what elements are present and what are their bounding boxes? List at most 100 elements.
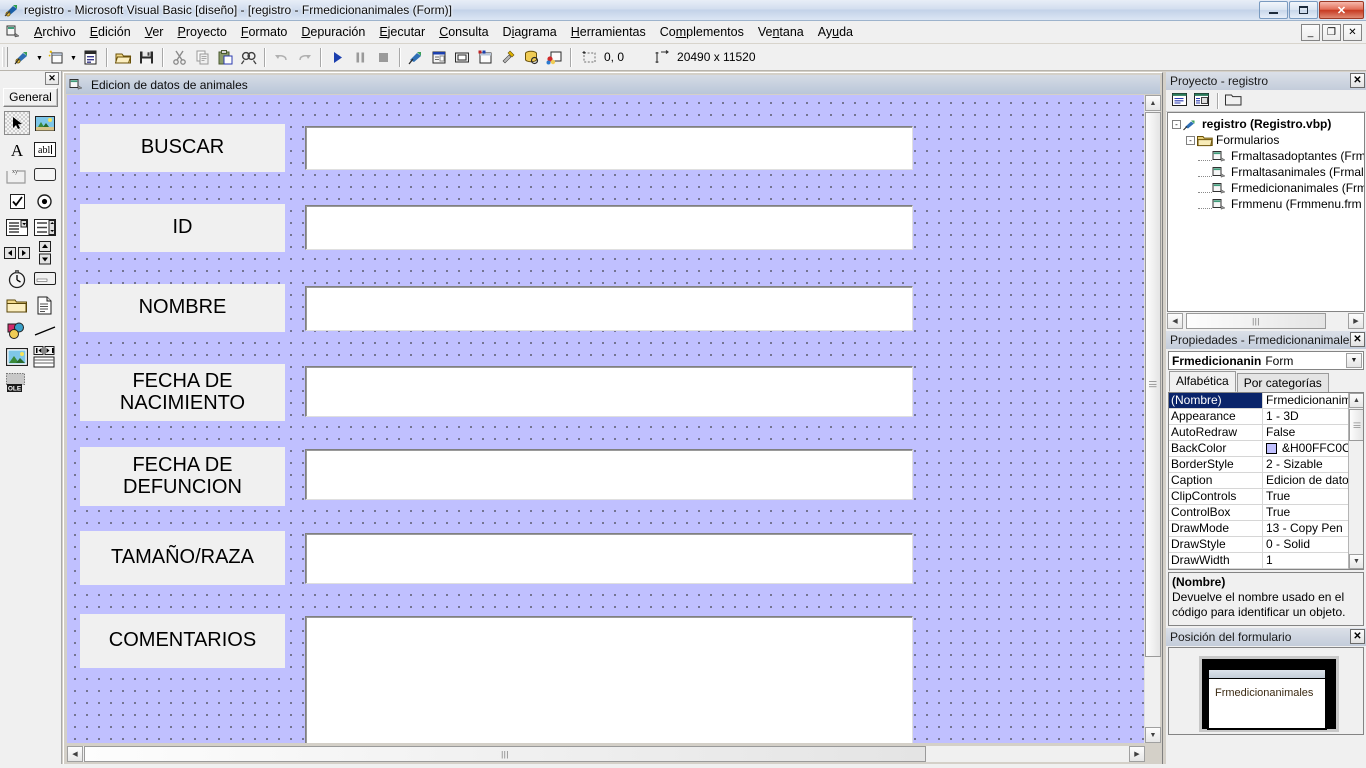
project-tree[interactable]: - registro (Registro.vbp) - Formularios … — [1167, 112, 1365, 312]
toolbox-button[interactable] — [497, 46, 520, 68]
tool-data[interactable] — [32, 345, 57, 369]
project-tree-horizontal-scrollbar[interactable]: ◀ ||| ▶ — [1167, 313, 1365, 329]
tool-ole[interactable]: OLE — [4, 371, 30, 395]
tool-hscrollbar[interactable] — [4, 241, 30, 265]
property-row-drawstyle[interactable]: DrawStyle 0 - Solid — [1169, 537, 1363, 553]
label-fecha-nacimiento[interactable]: FECHA DE NACIMIENTO — [80, 364, 285, 421]
tool-drivelistbox[interactable] — [32, 267, 57, 291]
minimize-button[interactable] — [1259, 1, 1288, 19]
menu-ayuda[interactable]: Ayuda — [811, 22, 860, 42]
scroll-up-button[interactable]: ▲ — [1145, 95, 1161, 111]
textbox-tamano-raza[interactable] — [305, 533, 913, 584]
tool-timer[interactable] — [4, 267, 30, 291]
menu-edicion[interactable]: Edición — [83, 22, 138, 42]
properties-scroll-down-button[interactable]: ▼ — [1349, 554, 1363, 569]
tree-row-form[interactable]: Frmmenu (Frmmenu.frm — [1168, 196, 1364, 212]
save-project-button[interactable] — [135, 46, 158, 68]
property-row-controlbox[interactable]: ControlBox True — [1169, 505, 1363, 521]
project-scroll-right-button[interactable]: ▶ — [1348, 313, 1364, 329]
component-manager-button[interactable] — [543, 46, 566, 68]
textbox-comentarios[interactable] — [305, 616, 913, 743]
project-explorer-button[interactable] — [405, 46, 428, 68]
label-id[interactable]: ID — [80, 204, 285, 252]
menu-editor-button[interactable] — [79, 46, 102, 68]
mdi-restore-button[interactable]: ❐ — [1322, 24, 1341, 41]
close-button[interactable]: ✕ — [1319, 1, 1364, 19]
textbox-fecha-nacimiento[interactable] — [305, 366, 913, 417]
properties-vertical-scrollbar[interactable]: ▲ ||| ▼ — [1348, 393, 1363, 569]
view-object-button[interactable] — [1191, 91, 1212, 110]
properties-scroll-up-button[interactable]: ▲ — [1349, 393, 1363, 408]
properties-scroll-thumb[interactable]: ||| — [1349, 409, 1363, 441]
property-row-drawmode[interactable]: DrawMode 13 - Copy Pen — [1169, 521, 1363, 537]
expander-icon[interactable]: - — [1172, 119, 1181, 129]
tree-row-form[interactable]: Frmedicionanimales (Frm — [1168, 180, 1364, 196]
end-button[interactable] — [372, 46, 395, 68]
properties-window-button[interactable] — [428, 46, 451, 68]
tree-row-folder[interactable]: - Formularios — [1168, 132, 1364, 148]
find-button[interactable] — [237, 46, 260, 68]
menu-complementos[interactable]: Complementos — [653, 22, 751, 42]
tab-alfabetica[interactable]: Alfabética — [1169, 371, 1236, 392]
scroll-right-button[interactable]: ▶ — [1129, 746, 1145, 762]
tree-row-form[interactable]: Frmaltasadoptantes (Frm — [1168, 148, 1364, 164]
data-view-button[interactable] — [520, 46, 543, 68]
tab-por-categorias[interactable]: Por categorías — [1236, 373, 1329, 392]
menu-formato[interactable]: Formato — [234, 22, 295, 42]
tool-dirlistbox[interactable] — [4, 293, 30, 317]
object-browser-button[interactable] — [474, 46, 497, 68]
view-code-button[interactable] — [1169, 91, 1190, 110]
tool-line[interactable] — [32, 319, 57, 343]
property-row-drawwidth[interactable]: DrawWidth 1 — [1169, 553, 1363, 569]
add-form-dropdown[interactable]: ▼ — [68, 46, 79, 68]
property-row-nombre[interactable]: (Nombre) Frmedicionanima — [1169, 393, 1363, 409]
open-project-button[interactable] — [112, 46, 135, 68]
redo-button[interactable] — [293, 46, 316, 68]
tool-checkbox[interactable] — [4, 189, 30, 213]
property-row-clipcontrols[interactable]: ClipControls True — [1169, 489, 1363, 505]
toolbar-grip[interactable] — [2, 47, 8, 67]
tool-textbox[interactable]: abl — [32, 137, 57, 161]
object-selector-combo[interactable]: Frmedicionanin Form ▼ — [1168, 351, 1364, 370]
menu-archivo[interactable]: Archivo — [27, 22, 83, 42]
toolbox-tab-general[interactable]: General — [3, 88, 58, 107]
undo-button[interactable] — [270, 46, 293, 68]
project-explorer-close-button[interactable]: ✕ — [1350, 73, 1365, 88]
property-row-backcolor[interactable]: BackColor &H00FFC0C0 — [1169, 441, 1363, 457]
vertical-scroll-thumb[interactable]: ||| — [1145, 112, 1161, 657]
label-buscar[interactable]: BUSCAR — [80, 124, 285, 172]
form-layout-body[interactable]: Frmedicionanimales — [1168, 647, 1364, 735]
menu-diagrama[interactable]: Diagrama — [496, 22, 564, 42]
property-row-caption[interactable]: Caption Edicion de datos — [1169, 473, 1363, 489]
tool-combobox[interactable] — [4, 215, 30, 239]
menu-proyecto[interactable]: Proyecto — [170, 22, 233, 42]
horizontal-scroll-thumb[interactable]: ||| — [84, 746, 926, 762]
property-row-borderstyle[interactable]: BorderStyle 2 - Sizable — [1169, 457, 1363, 473]
tool-frame[interactable]: xy — [4, 163, 30, 187]
form-designer-caption[interactable]: Edicion de datos de animales — [66, 75, 1160, 94]
cut-button[interactable] — [168, 46, 191, 68]
form-canvas[interactable]: BUSCAR ID NOMBRE FECHA DE NACIMIENTO FEC… — [67, 95, 1145, 743]
copy-button[interactable] — [191, 46, 214, 68]
label-nombre[interactable]: NOMBRE — [80, 284, 285, 332]
add-project-dropdown[interactable]: ▼ — [34, 46, 45, 68]
tool-shape[interactable] — [4, 319, 30, 343]
menu-consulta[interactable]: Consulta — [432, 22, 495, 42]
textbox-nombre[interactable] — [305, 286, 913, 331]
menu-ver[interactable]: Ver — [138, 22, 171, 42]
maximize-button[interactable] — [1289, 1, 1318, 19]
scroll-left-button[interactable]: ◀ — [67, 746, 83, 762]
tool-optionbutton[interactable] — [32, 189, 57, 213]
tool-vscrollbar[interactable] — [32, 241, 57, 265]
tree-row-form[interactable]: Frmaltasanimales (Frmal — [1168, 164, 1364, 180]
menu-depuracion[interactable]: Depuración — [294, 22, 372, 42]
tool-image[interactable] — [4, 345, 30, 369]
expander-icon[interactable]: - — [1186, 135, 1195, 145]
tool-filelistbox[interactable] — [32, 293, 57, 317]
project-scroll-left-button[interactable]: ◀ — [1167, 313, 1183, 329]
textbox-fecha-defuncion[interactable] — [305, 449, 913, 500]
toggle-folders-button[interactable] — [1223, 91, 1244, 110]
label-fecha-defuncion[interactable]: FECHA DE DEFUNCION — [80, 447, 285, 506]
form-layout-close-button[interactable]: ✕ — [1350, 629, 1365, 644]
tree-row-project[interactable]: - registro (Registro.vbp) — [1168, 116, 1364, 132]
